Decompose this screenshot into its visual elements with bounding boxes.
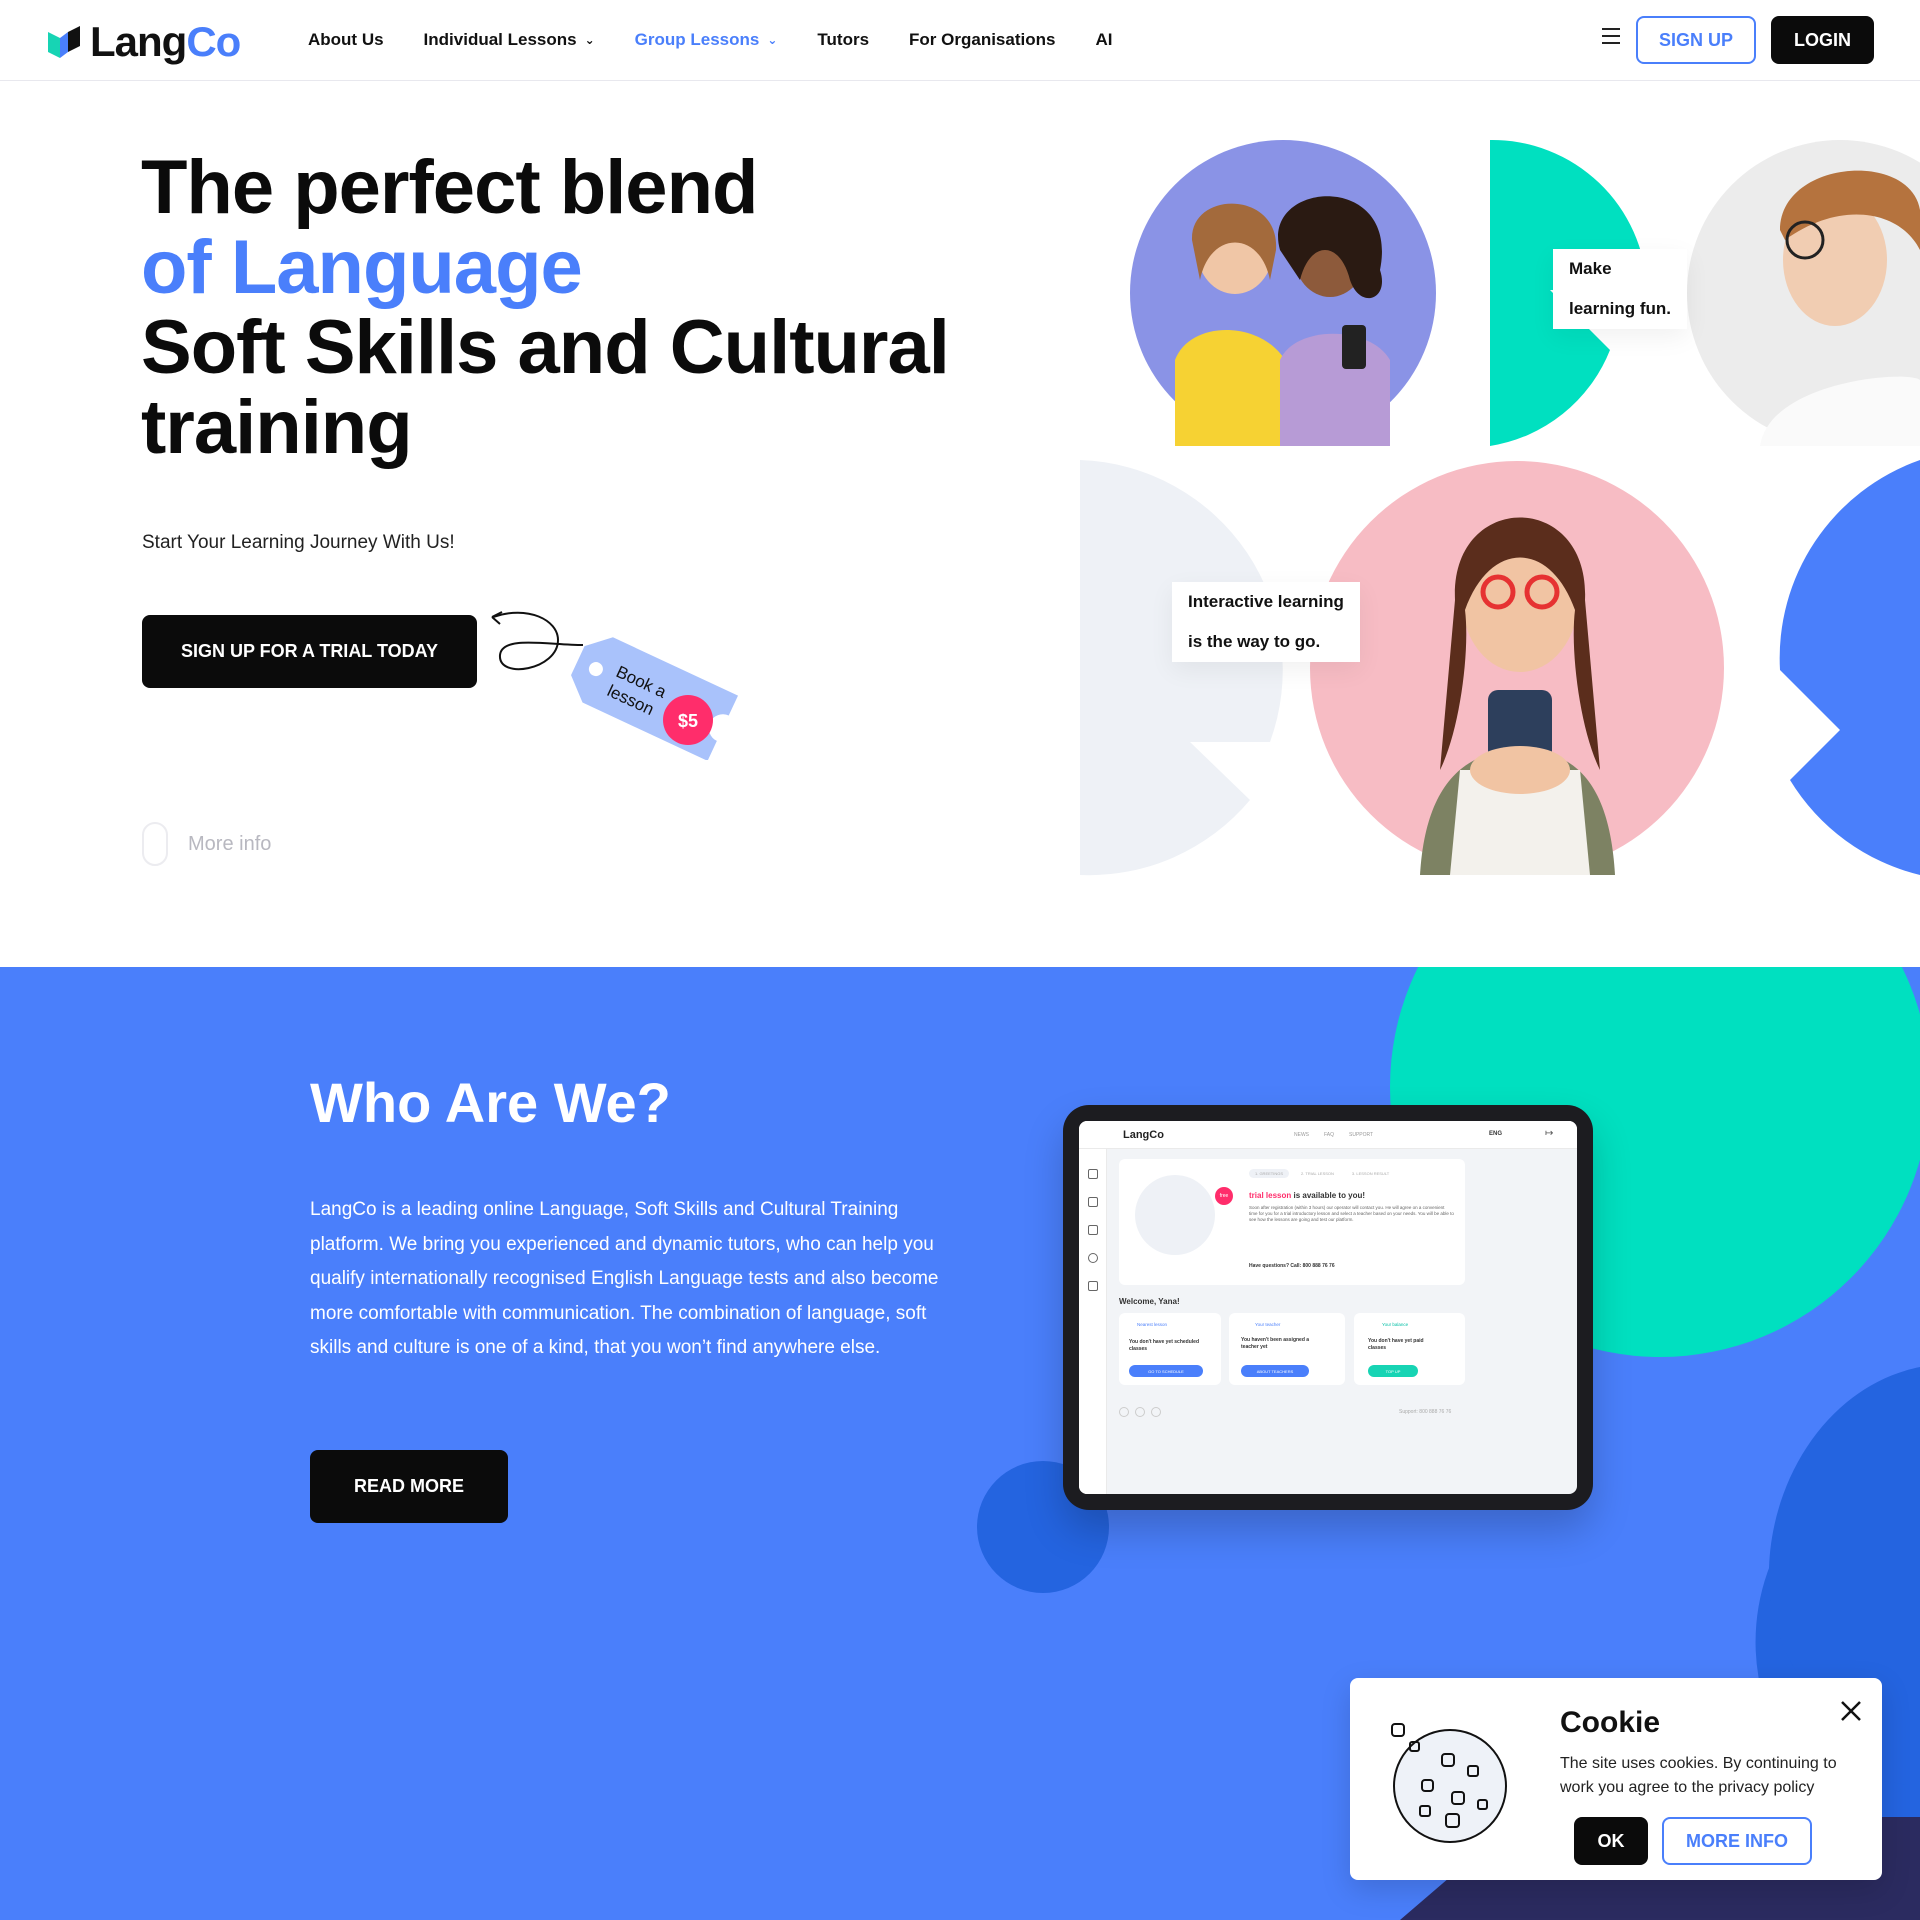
hero-title-highlight: of Language [141, 225, 583, 310]
dashboard-nav-faq[interactable]: FAQ [1324, 1132, 1334, 1138]
facebook-icon[interactable] [1135, 1407, 1145, 1417]
cookie-title: Cookie [1560, 1706, 1661, 1739]
go-to-schedule-button[interactable]: GO TO SCHEDULE [1129, 1365, 1203, 1377]
speech-bubble-interactive: Interactive learning is the way to go. [1172, 582, 1360, 662]
bell-icon[interactable] [1088, 1253, 1098, 1263]
main-nav: About Us Individual Lessons ⌄ Group Lesso… [308, 30, 1152, 50]
dashboard-logo: LangCo [1123, 1129, 1164, 1141]
speech-bubble-fun: Make learning fun. [1553, 249, 1687, 329]
logo-icon [48, 26, 80, 58]
trial-signup-button[interactable]: SIGN UP FOR A TRIAL TODAY [142, 615, 477, 688]
who-title: Who Are We? [310, 1071, 671, 1134]
signup-button[interactable]: SIGN UP [1636, 16, 1756, 64]
menu-icon[interactable] [1602, 28, 1620, 44]
nav-ai[interactable]: AI [1095, 30, 1112, 50]
dashboard-screen: LangCo NEWS FAQ SUPPORT ENG ↦ 1. GREETIN… [1079, 1121, 1577, 1494]
hero-title-line: Soft Skills and Cultural [141, 305, 950, 390]
nav-about-us[interactable]: About Us [308, 30, 384, 50]
trial-illustration [1135, 1175, 1215, 1255]
logout-icon[interactable]: ↦ [1545, 1128, 1553, 1139]
who-description: LangCo is a leading online Language, Sof… [310, 1199, 939, 1358]
trial-steps: 1. GREETINGS 2. TRIAL LESSON 3. LESSON R… [1249, 1169, 1395, 1178]
nav-group-lessons[interactable]: Group Lessons ⌄ [635, 30, 778, 50]
cookie-banner: Cookie The site uses cookies. By continu… [1350, 1678, 1882, 1880]
site-header: LangCo About Us Individual Lessons ⌄ Grou… [0, 0, 1920, 81]
read-more-button[interactable]: READ MORE [310, 1450, 508, 1523]
edit-icon[interactable] [1088, 1281, 1098, 1291]
your-teacher-card: Your teacher You haven't been assigned a… [1229, 1313, 1345, 1385]
cookie-more-info-button[interactable]: MORE INFO [1662, 1817, 1812, 1865]
cookie-icon [1391, 1723, 1507, 1843]
tablet-mockup: LangCo NEWS FAQ SUPPORT ENG ↦ 1. GREETIN… [1063, 1105, 1593, 1510]
free-badge: free [1215, 1187, 1233, 1205]
support-phone: Support: 800 888 76 76 [1399, 1409, 1452, 1415]
hero-title: The perfect blend of Language Soft Skill… [141, 145, 950, 470]
dashboard-nav-support[interactable]: SUPPORT [1349, 1132, 1373, 1138]
tag-price: $5 [678, 711, 698, 731]
hero-illustration [1080, 139, 1920, 876]
trial-questions: Have questions? Call: 800 888 76 76 [1249, 1263, 1335, 1269]
book-lesson-tag[interactable]: Book a lesson $5 [488, 600, 758, 760]
nav-individual-lessons[interactable]: Individual Lessons ⌄ [424, 30, 595, 50]
cookie-text: The site uses cookies. By continuing to … [1560, 1755, 1837, 1796]
nav-tutors[interactable]: Tutors [817, 30, 869, 50]
instagram-icon[interactable] [1119, 1407, 1129, 1417]
login-button[interactable]: LOGIN [1771, 16, 1874, 64]
language-select[interactable]: ENG [1489, 1131, 1502, 1137]
social-icons [1119, 1407, 1161, 1417]
chevron-down-icon: ⌄ [767, 33, 778, 47]
bookmark-icon[interactable] [1088, 1197, 1098, 1207]
nav-for-organisations[interactable]: For Organisations [909, 30, 1055, 50]
logo[interactable]: LangCo [48, 18, 241, 66]
mail-icon[interactable] [1088, 1225, 1098, 1235]
trial-lesson-card: 1. GREETINGS 2. TRIAL LESSON 3. LESSON R… [1119, 1159, 1465, 1285]
more-info-link[interactable]: More info [142, 822, 271, 866]
dashboard-sidebar [1079, 1149, 1107, 1494]
your-balance-card: Your balance You don't have yet paid cla… [1354, 1313, 1465, 1385]
mouse-scroll-icon [142, 822, 168, 866]
about-teachers-button[interactable]: ABOUT TEACHERS [1241, 1365, 1309, 1377]
close-icon[interactable] [1836, 1696, 1866, 1726]
logo-text: LangCo [90, 18, 241, 65]
dashboard-nav-news[interactable]: NEWS [1294, 1132, 1309, 1138]
more-info-label: More info [188, 832, 272, 855]
hero-title-line: training [141, 385, 413, 470]
nearest-lesson-card: Nearest lesson You don't have yet schedu… [1119, 1313, 1221, 1385]
hero-title-line: The perfect blend [141, 145, 758, 230]
trial-description: Soon after registration (within 3 hours)… [1249, 1205, 1454, 1222]
vk-icon[interactable] [1151, 1407, 1161, 1417]
hero-subtitle: Start Your Learning Journey With Us! [142, 532, 455, 553]
chevron-down-icon: ⌄ [584, 33, 595, 47]
dashboard-topbar: LangCo NEWS FAQ SUPPORT ENG ↦ [1079, 1121, 1577, 1149]
top-up-button[interactable]: TOP UP [1368, 1365, 1418, 1377]
cookie-ok-button[interactable]: OK [1574, 1817, 1648, 1865]
book-icon[interactable] [1088, 1169, 1098, 1179]
welcome-text: Welcome, Yana! [1119, 1297, 1180, 1306]
curly-arrow-icon [492, 611, 584, 671]
trial-heading: trial lesson is available to you! [1249, 1191, 1366, 1200]
hero-visuals: Make learning fun. Interactive learning … [1080, 130, 1920, 890]
